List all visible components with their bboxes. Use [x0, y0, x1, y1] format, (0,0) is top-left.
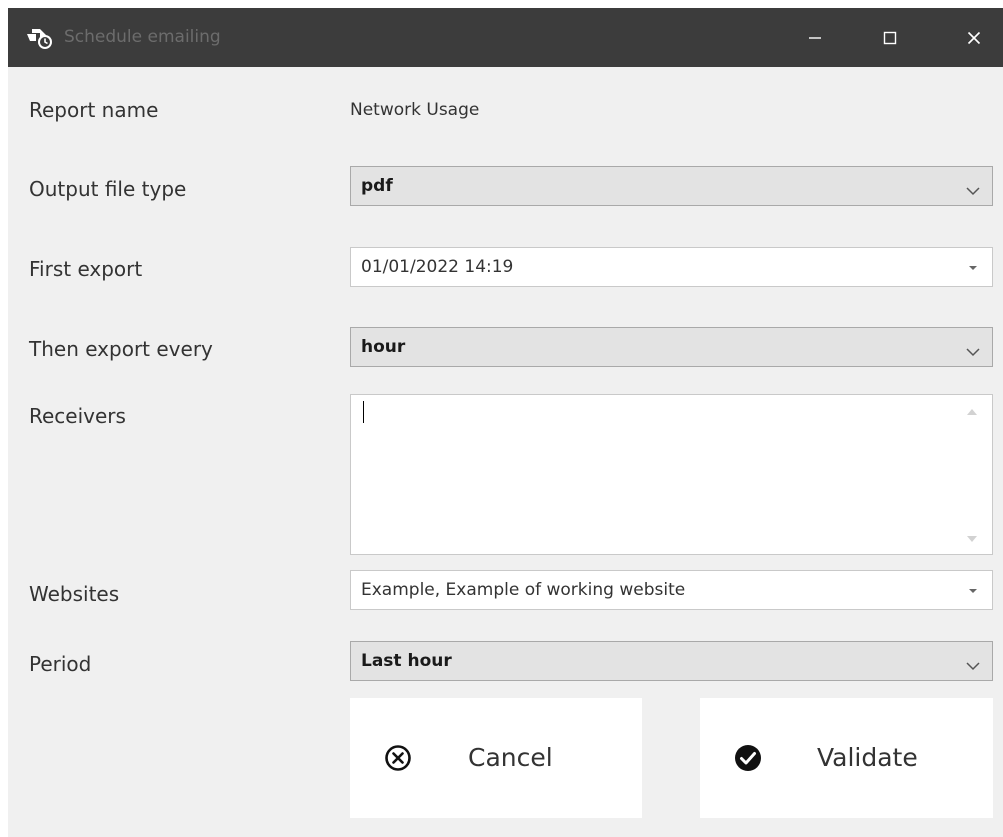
check-circle-icon [734, 744, 762, 772]
maximize-button[interactable] [861, 8, 919, 67]
chevron-down-icon [966, 656, 980, 675]
close-icon [967, 31, 981, 45]
minimize-icon [808, 31, 822, 45]
chevron-down-icon [966, 181, 980, 200]
output-file-type-value: pdf [361, 176, 393, 196]
output-file-type-select[interactable]: pdf [350, 166, 993, 206]
schedule-clock-icon [26, 26, 54, 50]
period-label: Period [29, 652, 92, 676]
first-export-value: 01/01/2022 14:19 [361, 257, 514, 277]
period-value: Last hour [361, 651, 452, 671]
websites-label: Websites [29, 582, 120, 606]
export-frequency-select[interactable]: hour [350, 327, 993, 367]
period-select[interactable]: Last hour [350, 641, 993, 681]
export-frequency-value: hour [361, 337, 406, 357]
receivers-label: Receivers [29, 404, 126, 428]
then-export-every-label: Then export every [29, 337, 213, 361]
dropdown-arrow-icon[interactable] [969, 589, 977, 593]
maximize-icon [883, 31, 897, 45]
chevron-down-icon [966, 342, 980, 361]
dropdown-arrow-icon[interactable] [969, 266, 977, 270]
first-export-label: First export [29, 257, 143, 281]
title-bar[interactable]: Schedule emailing [8, 8, 1003, 67]
websites-value: Example, Example of working website [361, 580, 686, 600]
cancel-button-label: Cancel [468, 743, 553, 772]
circle-x-icon [384, 744, 412, 772]
scroll-down-arrow-icon[interactable] [967, 536, 977, 542]
close-button[interactable] [945, 8, 1003, 67]
validate-button-label: Validate [817, 743, 918, 772]
schedule-emailing-dialog: Schedule emailing Report name Network Us… [8, 8, 1003, 837]
window-title: Schedule emailing [64, 27, 221, 47]
receivers-textarea[interactable] [350, 394, 993, 555]
report-name-label: Report name [29, 98, 159, 122]
scroll-up-arrow-icon[interactable] [967, 409, 977, 415]
websites-combobox[interactable]: Example, Example of working website [350, 570, 993, 610]
first-export-datetime-picker[interactable]: 01/01/2022 14:19 [350, 247, 993, 287]
minimize-button[interactable] [786, 8, 844, 67]
text-caret [363, 401, 364, 423]
report-name-value: Network Usage [350, 100, 480, 120]
validate-button[interactable]: Validate [700, 698, 993, 818]
cancel-button[interactable]: Cancel [350, 698, 642, 818]
output-file-type-label: Output file type [29, 177, 187, 201]
